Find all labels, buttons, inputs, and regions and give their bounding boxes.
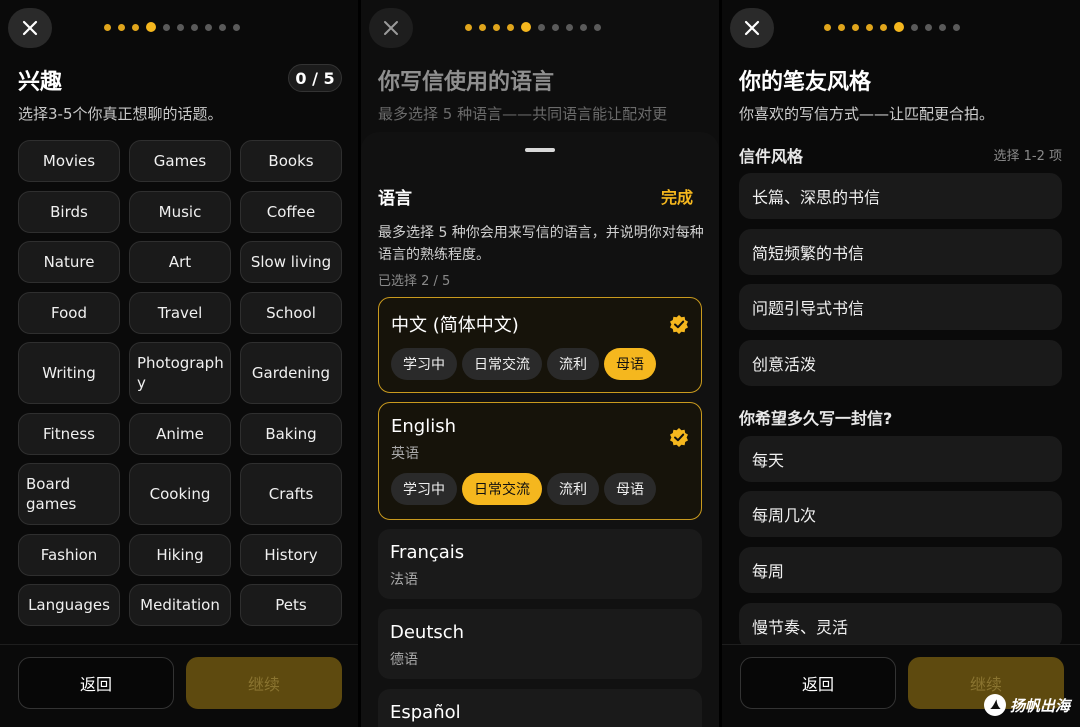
verified-check-icon	[670, 315, 688, 334]
interest-tag[interactable]: Meditation	[129, 584, 231, 626]
interest-tag[interactable]: Nature	[18, 241, 120, 283]
interest-tag[interactable]: Baking	[240, 413, 342, 455]
interest-tag[interactable]: Travel	[129, 292, 231, 334]
interest-tag[interactable]: Music	[129, 191, 231, 233]
interest-tag[interactable]: Photograph y	[129, 342, 231, 404]
letter-style-option[interactable]: 问题引导式书信	[739, 284, 1062, 330]
page-title: 你写信使用的语言	[378, 70, 555, 95]
interest-tag[interactable]: Crafts	[240, 463, 342, 525]
language-name: Français	[390, 542, 465, 563]
proficiency-options: 学习中 日常交流 流利 母语	[391, 348, 656, 380]
letter-style-option[interactable]: 创意活泼	[739, 340, 1062, 386]
letter-style-hint: 选择 1-2 项	[993, 149, 1063, 164]
page-subtitle: 你喜欢的写信方式——让匹配更合拍。	[739, 105, 995, 123]
interest-tag[interactable]: Fashion	[18, 534, 120, 576]
page-subtitle: 选择3-5个你真正想聊的话题。	[18, 105, 223, 123]
language-name: Español	[390, 702, 461, 723]
close-button[interactable]	[369, 8, 413, 48]
language-card-french[interactable]: Français 法语	[378, 529, 702, 599]
interest-tag[interactable]: Languages	[18, 584, 120, 626]
progress-dots	[104, 22, 240, 32]
progress-dots	[465, 22, 601, 32]
language-card-chinese[interactable]: 中文 (简体中文) 学习中 日常交流 流利 母语	[378, 297, 702, 393]
back-button[interactable]: 返回	[740, 657, 896, 709]
level-native[interactable]: 母语	[604, 473, 656, 505]
language-name: English	[391, 416, 456, 437]
language-native-name: 英语	[391, 446, 419, 462]
level-native[interactable]: 母语	[604, 348, 656, 380]
interest-tag[interactable]: School	[240, 292, 342, 334]
selection-count: 0 / 5	[288, 64, 342, 92]
level-learning[interactable]: 学习中	[391, 473, 457, 505]
interest-tag[interactable]: Anime	[129, 413, 231, 455]
proficiency-options: 学习中 日常交流 流利 母语	[391, 473, 656, 505]
bottom-bar: 返回 继续	[0, 644, 358, 727]
language-name: 中文 (简体中文)	[391, 315, 519, 336]
frequency-option[interactable]: 每天	[739, 436, 1062, 482]
frequency-option[interactable]: 慢节奏、灵活	[739, 603, 1062, 649]
interest-tag[interactable]: Board games	[18, 463, 120, 525]
sheet-title: 语言	[378, 189, 412, 209]
language-sheet: 语言 完成 最多选择 5 种你会用来写信的语言，并说明你对每种语言的熟练程度。 …	[361, 132, 719, 727]
close-icon	[22, 20, 38, 36]
interest-tag[interactable]: Hiking	[129, 534, 231, 576]
watermark-text: 扬帆出海	[1009, 696, 1070, 715]
interests-screen: 兴趣 0 / 5 选择3-5个你真正想聊的话题。 Movies Games Book…	[0, 0, 358, 727]
interest-tag[interactable]: Fitness	[18, 413, 120, 455]
interest-tag[interactable]: Birds	[18, 191, 120, 233]
close-icon	[384, 21, 398, 35]
close-icon	[744, 20, 760, 36]
letter-style-option[interactable]: 长篇、深思的书信	[739, 173, 1062, 219]
level-conversational[interactable]: 日常交流	[462, 473, 542, 505]
page-subtitle: 最多选择 5 种语言——共同语言能让配对更	[378, 105, 668, 123]
interest-tag[interactable]: Coffee	[240, 191, 342, 233]
interest-tag[interactable]: Art	[129, 241, 231, 283]
close-button[interactable]	[730, 8, 774, 48]
verified-check-icon	[670, 428, 688, 447]
interest-tag[interactable]: Movies	[18, 140, 120, 182]
back-button[interactable]: 返回	[18, 657, 174, 709]
selected-count: 已选择 2 / 5	[378, 274, 451, 289]
interest-tag[interactable]: Pets	[240, 584, 342, 626]
letter-style-label: 信件风格	[739, 147, 804, 166]
level-conversational[interactable]: 日常交流	[462, 348, 542, 380]
penpal-style-screen: 你的笔友风格 你喜欢的写信方式——让匹配更合拍。 信件风格 选择 1-2 项 长…	[722, 0, 1080, 727]
frequency-label: 你希望多久写一封信?	[739, 409, 893, 428]
frequency-option[interactable]: 每周	[739, 547, 1062, 593]
watermark: 扬帆出海	[983, 694, 1070, 716]
language-card-german[interactable]: Deutsch 德语	[378, 609, 702, 679]
progress-dots	[824, 22, 960, 32]
languages-screen: 你写信使用的语言 最多选择 5 种语言——共同语言能让配对更 语言 完成 最多选…	[361, 0, 719, 727]
language-card-spanish[interactable]: Español	[378, 689, 702, 727]
interest-tag[interactable]: Games	[129, 140, 231, 182]
level-fluent[interactable]: 流利	[547, 473, 599, 505]
interest-tag[interactable]: Slow living	[240, 241, 342, 283]
page-title: 你的笔友风格	[739, 70, 872, 95]
language-card-english[interactable]: English 英语 学习中 日常交流 流利 母语	[378, 402, 702, 520]
level-fluent[interactable]: 流利	[547, 348, 599, 380]
level-learning[interactable]: 学习中	[391, 348, 457, 380]
sheet-description: 最多选择 5 种你会用来写信的语言，并说明你对每种语言的熟练程度。	[378, 225, 704, 263]
done-button[interactable]: 完成	[661, 184, 693, 208]
page-title: 兴趣	[18, 70, 63, 95]
frequency-option[interactable]: 每周几次	[739, 491, 1062, 537]
language-native-name: 德语	[390, 652, 418, 668]
interest-tag[interactable]: Writing	[18, 342, 120, 404]
interest-tag[interactable]: History	[240, 534, 342, 576]
letter-style-option[interactable]: 简短频繁的书信	[739, 229, 1062, 275]
continue-button[interactable]: 继续	[186, 657, 342, 709]
interest-tag[interactable]: Books	[240, 140, 342, 182]
sheet-drag-handle[interactable]	[525, 148, 555, 152]
interest-tag[interactable]: Gardening	[240, 342, 342, 404]
language-name: Deutsch	[390, 622, 465, 643]
sail-logo-icon	[983, 694, 1006, 716]
interest-tag[interactable]: Cooking	[129, 463, 231, 525]
language-native-name: 法语	[390, 572, 418, 588]
interest-tag[interactable]: Food	[18, 292, 120, 334]
close-button[interactable]	[8, 8, 52, 48]
